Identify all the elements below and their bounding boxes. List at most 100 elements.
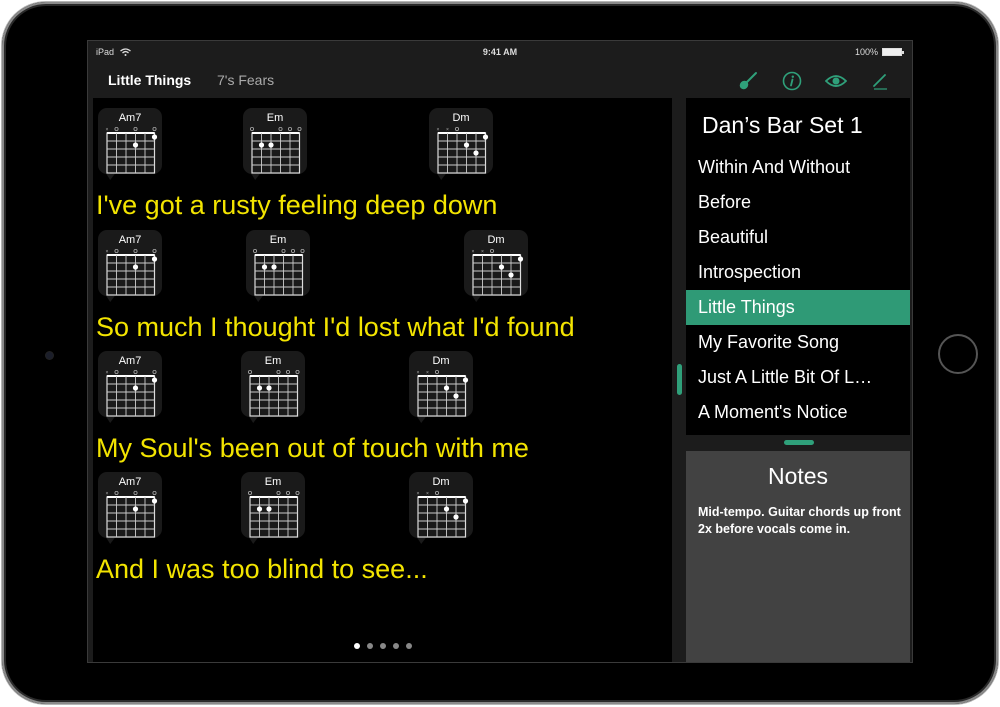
chord-diagram[interactable]: Am7 ×	[98, 351, 162, 423]
open-string-marker	[248, 491, 253, 496]
fretboard	[253, 249, 305, 296]
notes-panel: Notes Mid-tempo. Guitar chords up front …	[686, 451, 910, 662]
battery-icon	[882, 48, 904, 56]
open-string-marker	[489, 249, 494, 254]
open-string-marker	[152, 249, 157, 254]
fretboard: × ×	[417, 491, 469, 538]
open-string-marker	[300, 249, 305, 254]
setlist-panel: Dan’s Bar Set 1 Within And Without Before…	[686, 98, 910, 435]
chord-diagram[interactable]: Am7 ×	[98, 472, 162, 544]
setlist-song[interactable]: Introspection	[686, 255, 910, 290]
notes-body[interactable]: Mid-tempo. Guitar chords up front 2x bef…	[698, 504, 903, 538]
chord-diagram[interactable]: Am7 ×	[98, 108, 162, 180]
open-string-marker	[133, 370, 138, 375]
info-icon[interactable]	[780, 69, 804, 93]
finger-dot	[473, 150, 479, 156]
finger-dot	[508, 272, 514, 278]
fretboard: × ×	[437, 127, 489, 174]
notes-drag-handle[interactable]	[784, 440, 814, 445]
lyric-text: So much I thought I'd lost what I'd foun…	[96, 312, 575, 342]
guitar-icon[interactable]	[736, 69, 760, 93]
chord-diagram[interactable]: Em	[246, 230, 310, 302]
lyric-text: And I was too blind to see...	[96, 554, 428, 584]
open-string-marker	[286, 491, 291, 496]
setlist-title: Dan’s Bar Set 1	[702, 112, 863, 138]
eye-icon[interactable]	[824, 69, 848, 93]
finger-dot	[256, 385, 263, 391]
fretboard-outline	[249, 375, 299, 417]
fretboard-outline	[249, 496, 299, 538]
artist-name: 7's Fears	[217, 72, 275, 88]
chord-diagram[interactable]: Em	[241, 351, 305, 423]
chord-name: Am7	[118, 355, 142, 367]
finger-dot	[462, 498, 469, 504]
song-title: Little Things	[108, 72, 192, 88]
finger-dot	[256, 506, 263, 512]
finger-dot	[498, 264, 505, 270]
fretboard: ×	[106, 491, 158, 538]
finger-dot	[482, 134, 489, 140]
chord-diagram[interactable]: Dm × ×	[464, 230, 528, 302]
setlist-song-selected[interactable]: Little Things	[686, 290, 910, 325]
fretboard-outline	[106, 375, 156, 417]
chord-diagram[interactable]: Dm × ×	[409, 351, 473, 423]
open-string-marker	[114, 491, 119, 496]
chord-name: Dm	[432, 355, 450, 367]
open-string-marker	[253, 249, 258, 254]
chord-name: Dm	[432, 476, 450, 488]
open-string-marker	[295, 370, 300, 375]
chord-diagram[interactable]: Em	[243, 108, 307, 180]
finger-dot	[266, 506, 272, 512]
page-dot[interactable]	[392, 643, 399, 649]
open-string-marker	[288, 127, 293, 132]
page-dot[interactable]	[366, 643, 373, 649]
finger-dot	[151, 498, 158, 504]
setlist-song[interactable]: Within And Without	[686, 150, 910, 185]
open-string-marker	[114, 249, 119, 254]
finger-dot	[132, 506, 139, 512]
page-dot[interactable]	[353, 643, 360, 649]
chord-diagram[interactable]: Dm × ×	[409, 472, 473, 544]
chord-diagram[interactable]: Am7 ×	[98, 230, 162, 302]
fretboard-outline	[106, 254, 156, 296]
finger-dot	[266, 385, 272, 391]
chord-diagram[interactable]: Dm × ×	[429, 108, 493, 180]
fretboard: × ×	[472, 249, 524, 296]
finger-dot	[462, 377, 469, 383]
finger-dot	[453, 393, 459, 399]
page-dot[interactable]	[405, 643, 412, 649]
chord-name: Dm	[487, 234, 505, 246]
open-string-marker	[250, 127, 255, 132]
open-string-marker	[297, 127, 302, 132]
finger-dot	[132, 264, 139, 270]
setlist-song[interactable]: My Favorite Song	[686, 325, 910, 360]
chord-sheet[interactable]: Am7 × Em Dm × × I've got a rusty feeling deep …	[93, 98, 672, 662]
open-string-marker	[276, 491, 281, 496]
finger-dot	[151, 377, 158, 383]
page-indicator[interactable]	[93, 643, 672, 649]
finger-dot	[443, 385, 450, 391]
setlist-song[interactable]: Before	[686, 185, 910, 220]
page-dot[interactable]	[379, 643, 386, 649]
pencil-icon[interactable]	[868, 69, 892, 93]
open-string-marker	[295, 491, 300, 496]
setlist-song[interactable]: Just A Little Bit Of L…	[686, 360, 910, 395]
finger-dot	[453, 514, 459, 520]
fretboard: ×	[106, 127, 158, 174]
split-view-drag-handle[interactable]	[677, 364, 682, 395]
finger-dot	[443, 506, 450, 512]
home-button[interactable]	[938, 334, 978, 374]
open-string-marker	[152, 491, 157, 496]
chord-diagram[interactable]: Em	[241, 472, 305, 544]
chord-name: Em	[264, 355, 282, 367]
chord-name: Dm	[452, 112, 470, 124]
setlist-song[interactable]: A Moment's Notice	[686, 395, 910, 430]
setlist-song[interactable]: Beautiful	[686, 220, 910, 255]
open-string-marker	[434, 370, 439, 375]
open-string-marker	[133, 491, 138, 496]
fretboard-outline	[106, 132, 156, 174]
fretboard: ×	[106, 249, 158, 296]
finger-dot	[268, 142, 274, 148]
battery-percent: 100%	[854, 47, 878, 57]
fretboard: × ×	[417, 370, 469, 417]
